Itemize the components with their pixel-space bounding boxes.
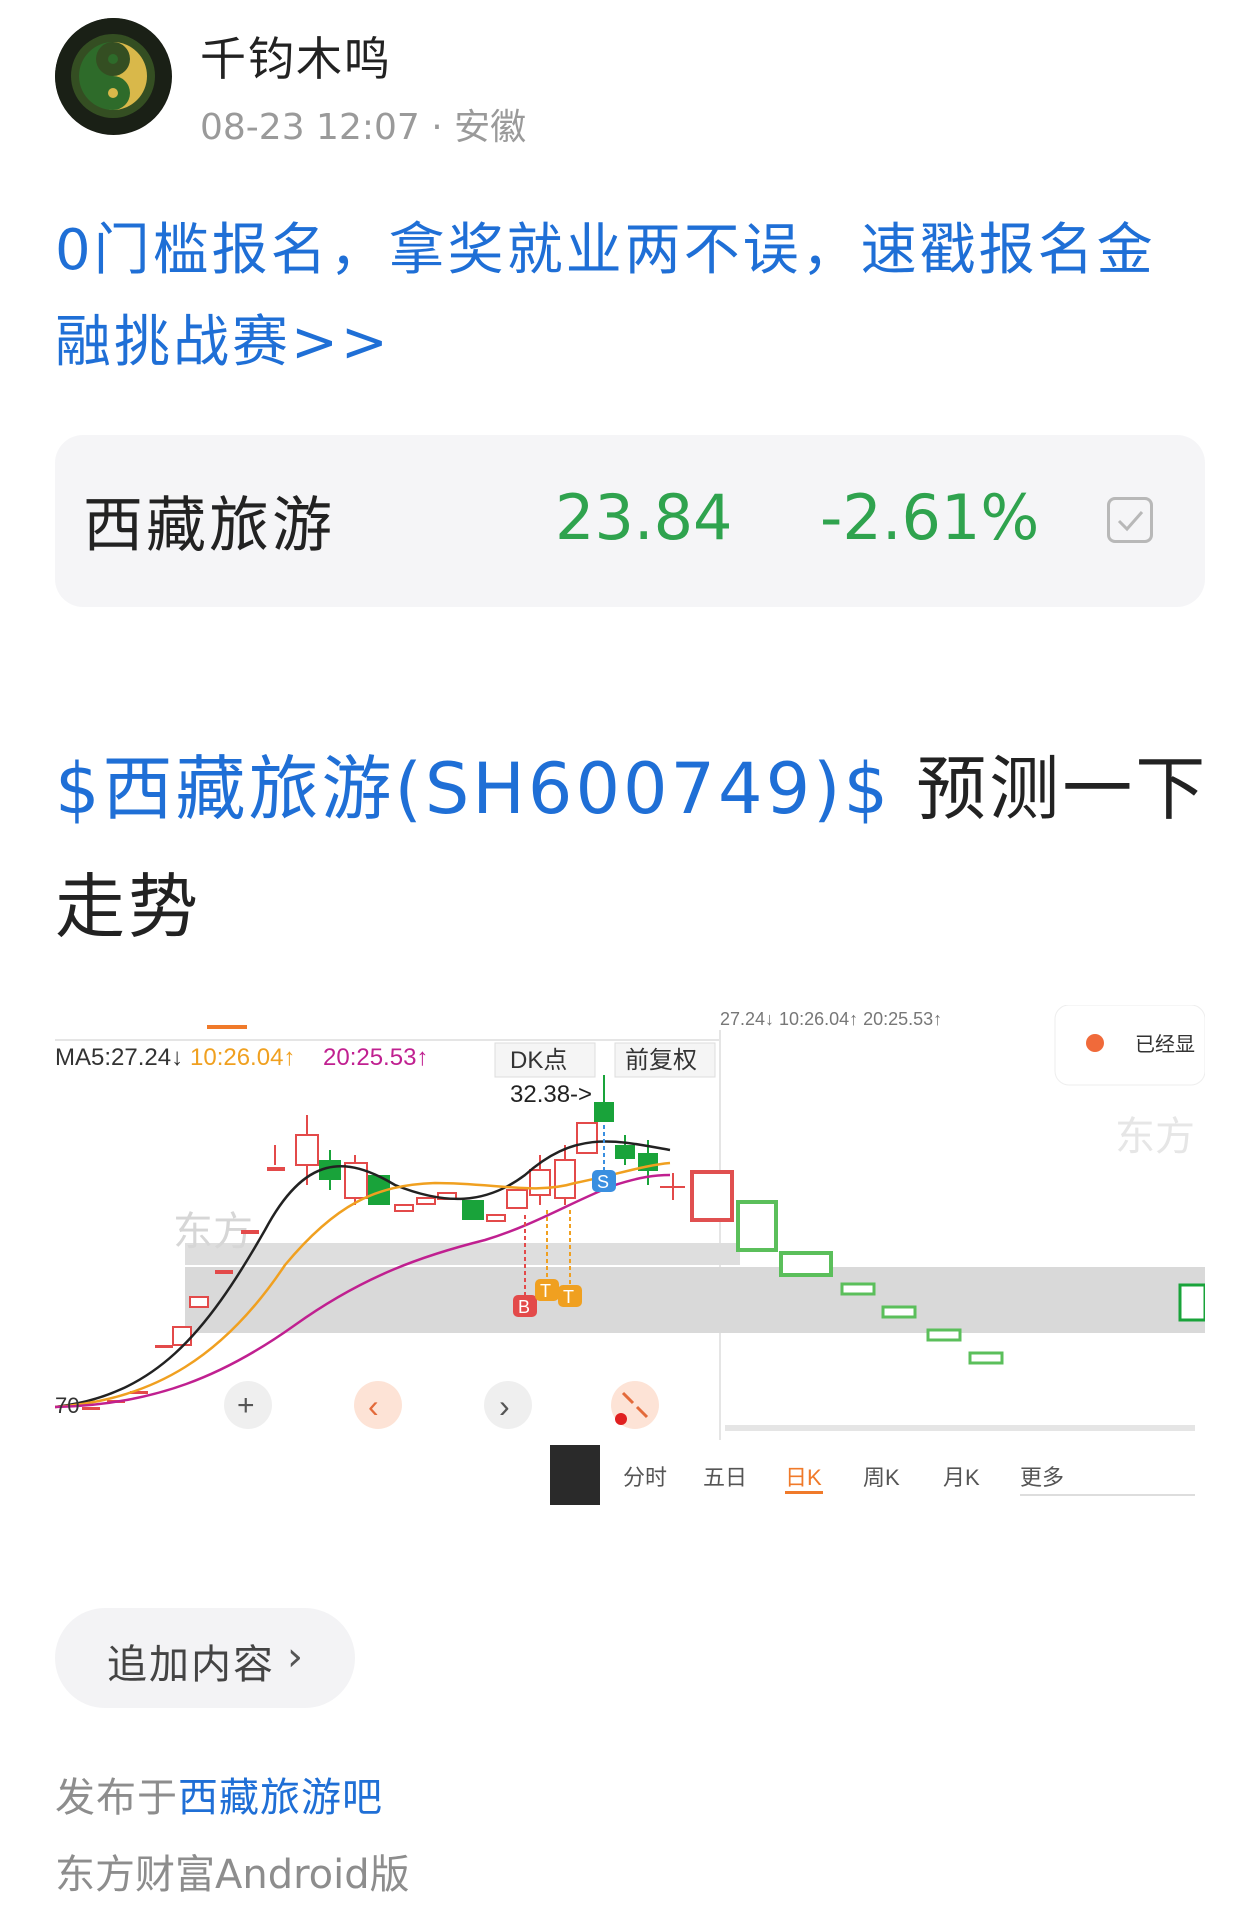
notice-text: 已经显 [1135, 1033, 1195, 1056]
predicted-candle [690, 1170, 734, 1222]
candle [506, 1189, 528, 1209]
period-tabs: 分时 五日 日K 周K 月K 更多 [623, 1465, 1195, 1496]
tab-wuri: 五日 [703, 1465, 747, 1490]
fq-button-label: 前复权 [625, 1047, 697, 1074]
signal-s: S [597, 1172, 609, 1192]
avatar[interactable] [55, 18, 172, 135]
tab-more: 更多 [1020, 1465, 1064, 1490]
signal-t2: T [563, 1287, 574, 1307]
dark-block [550, 1445, 600, 1505]
svg-text:+: + [237, 1389, 255, 1422]
notice-icon [1086, 1034, 1104, 1052]
kline-chart-image[interactable]: MA5:27.24↓ 10:26.04↑ 20:25.53↑ 27.24↓ 10… [55, 1005, 1205, 1505]
predicted-candle [779, 1251, 833, 1277]
stock-change: -2.61% [820, 481, 1040, 554]
add-content-label: 追加内容 [107, 1642, 275, 1688]
peak-label: 32.38-> [510, 1081, 592, 1108]
stock-mention-link[interactable]: $西藏旅游(SH600749)$ [55, 748, 891, 830]
forum-link[interactable]: 西藏旅游吧 [178, 1775, 383, 1821]
stock-price: 23.84 [555, 481, 733, 554]
kline-chart-svg: MA5:27.24↓ 10:26.04↑ 20:25.53↑ 27.24↓ 10… [55, 1005, 1205, 1505]
candle [82, 1407, 100, 1410]
checkbox-icon[interactable] [1107, 497, 1153, 543]
band-3 [725, 1425, 1195, 1431]
candle [594, 1102, 614, 1122]
predicted-candle [840, 1282, 876, 1296]
watermark-right: 东方 [1115, 1115, 1195, 1159]
axis-label: 70 [55, 1393, 79, 1418]
candle [416, 1197, 436, 1205]
tab-fenshi: 分时 [623, 1465, 667, 1490]
ma-legend-small: 27.24↓ 10:26.04↑ 20:25.53↑ [720, 1009, 942, 1029]
stock-card[interactable]: 西藏旅游 23.84 -2.61% [55, 435, 1205, 607]
check-icon [1117, 511, 1144, 532]
author-name[interactable]: 千钧木鸣 [200, 23, 392, 89]
taiji-avatar-icon [55, 18, 171, 134]
meta-separator: · [431, 107, 443, 148]
band-2 [185, 1267, 1205, 1333]
dk-button-label: DK点 [510, 1047, 567, 1074]
tab-yuek: 月K [943, 1465, 980, 1490]
ma5-legend: MA5:27.24↓ [55, 1044, 183, 1071]
predicted-candle [968, 1351, 1004, 1365]
stock-name: 西藏旅游 [83, 491, 335, 561]
svg-text:›: › [499, 1388, 510, 1424]
candle [554, 1159, 576, 1199]
candle [529, 1169, 551, 1196]
candle [215, 1270, 233, 1274]
post-source: 东方财富Android版 [55, 1852, 410, 1898]
signal-t1: T [540, 1281, 551, 1301]
candle [267, 1167, 285, 1171]
post-location: 安徽 [454, 107, 527, 148]
signal-b: B [518, 1297, 530, 1317]
ma10-legend: 10:26.04↑ [190, 1044, 295, 1071]
svg-text:‹: ‹ [368, 1388, 379, 1424]
tab-zhouk: 周K [863, 1465, 900, 1490]
candle [576, 1122, 598, 1154]
predicted-candle [736, 1200, 778, 1252]
tab-rik: 日K [785, 1465, 822, 1490]
post-time: 08-23 12:07 [200, 107, 420, 148]
post-header: 千钧木鸣 08-23 12:07 · 安徽 [55, 18, 1205, 148]
candle [155, 1345, 173, 1348]
add-content-button[interactable]: 追加内容 › [55, 1608, 355, 1708]
chevron-right-icon: › [287, 1634, 303, 1680]
promo-link[interactable]: 0门槛报名，拿奖就业两不误，速戳报名金融挑战赛>> [55, 205, 1205, 389]
posted-in: 发布于西藏旅游吧 [55, 1765, 383, 1823]
active-marker [207, 1025, 247, 1029]
ma20-legend: 20:25.53↑ [323, 1044, 428, 1071]
candle [394, 1204, 414, 1212]
predicted-candle [926, 1328, 962, 1342]
candle [295, 1134, 319, 1166]
left-panel [55, 1030, 720, 1440]
candle [615, 1145, 635, 1159]
post-meta: 08-23 12:07 · 安徽 [200, 98, 526, 150]
candle [486, 1214, 506, 1222]
candle [189, 1296, 209, 1308]
candle [172, 1326, 192, 1346]
post-title: $西藏旅游(SH600749)$ 预测一下走势 [55, 730, 1215, 966]
posted-prefix: 发布于 [55, 1775, 178, 1821]
predicted-candle [1178, 1283, 1205, 1322]
candle [241, 1230, 259, 1234]
candle [462, 1200, 484, 1220]
predicted-candle [881, 1305, 917, 1319]
